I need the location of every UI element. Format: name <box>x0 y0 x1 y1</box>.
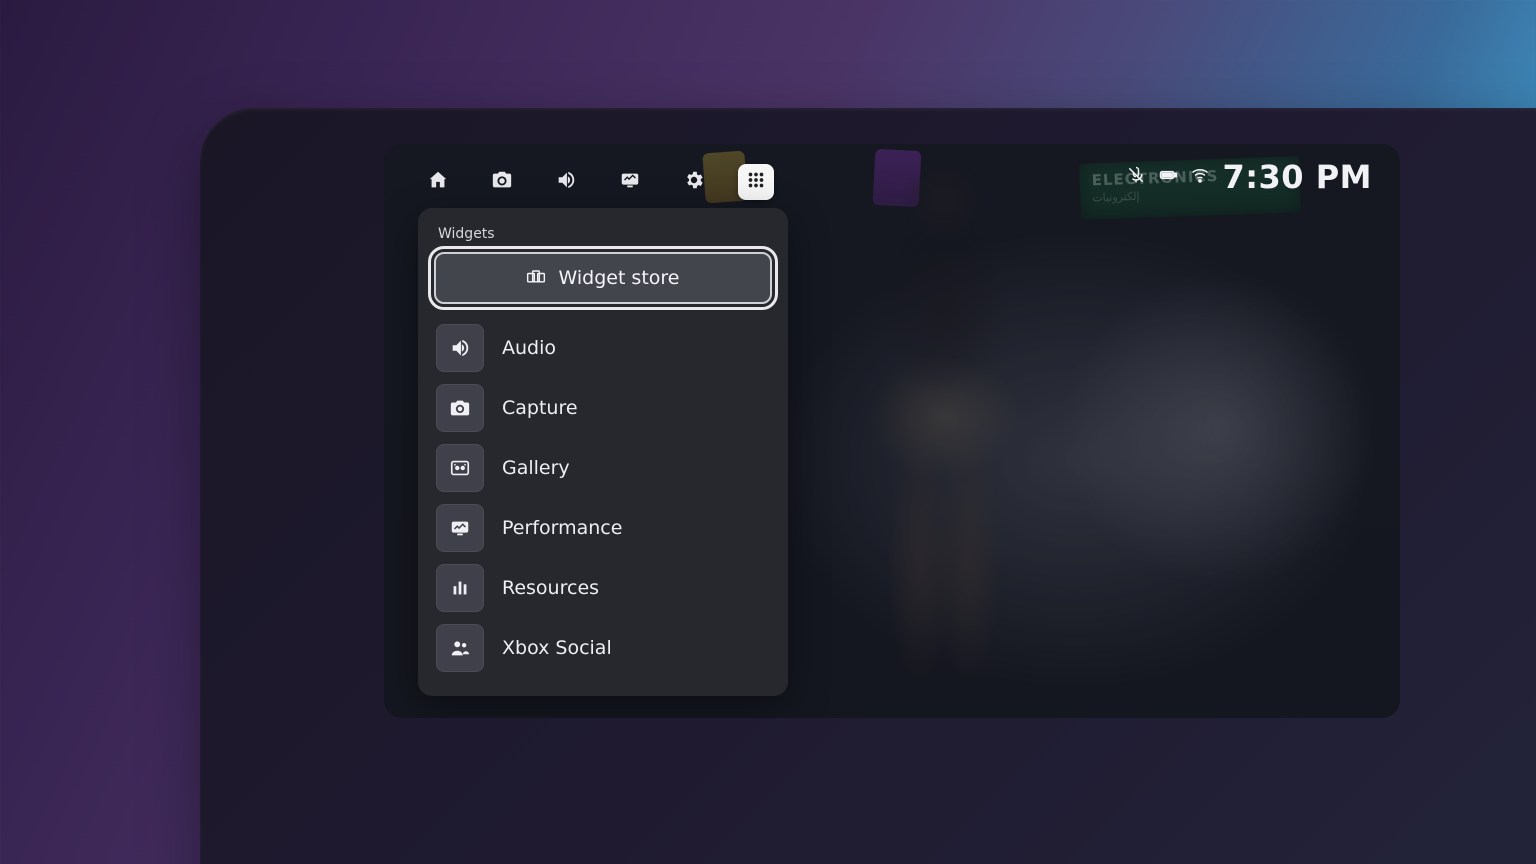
widget-item-resources[interactable]: Resources <box>434 558 772 618</box>
widget-item-gallery[interactable]: Gallery <box>434 438 772 498</box>
toolbar-performance-button[interactable] <box>610 162 650 202</box>
widgets-panel: Widgets Widget store Audio Capture Galle… <box>418 208 788 696</box>
widgets-panel-title: Widgets <box>438 226 768 242</box>
people-icon <box>436 624 484 672</box>
widget-item-audio[interactable]: Audio <box>434 318 772 378</box>
widget-store-label: Widget store <box>558 267 679 289</box>
gallery-icon <box>436 444 484 492</box>
device-screen: ELECTRONICS إلكترونيات <box>384 144 1400 718</box>
toolbar-widgets-button[interactable] <box>738 164 774 200</box>
toolbar-capture-button[interactable] <box>482 162 522 202</box>
widget-item-label: Gallery <box>502 457 570 479</box>
widget-item-performance[interactable]: Performance <box>434 498 772 558</box>
camera-icon <box>436 384 484 432</box>
widget-item-label: Capture <box>502 397 578 419</box>
widget-item-label: Xbox Social <box>502 637 612 659</box>
status-bar: 7:30 PM <box>1126 158 1372 196</box>
home-icon <box>427 169 449 195</box>
battery-icon <box>1158 165 1178 189</box>
store-icon <box>526 266 546 291</box>
bars-icon <box>436 564 484 612</box>
performance-icon <box>619 169 641 195</box>
volume-icon <box>555 169 577 195</box>
toolbar-settings-button[interactable] <box>674 162 714 202</box>
gamebar-toolbar <box>418 162 774 202</box>
wifi-icon <box>1190 165 1210 189</box>
mic-muted-icon <box>1126 165 1146 189</box>
widget-item-xbox-social[interactable]: Xbox Social <box>434 618 772 678</box>
camera-icon <box>491 169 513 195</box>
widget-item-capture[interactable]: Capture <box>434 378 772 438</box>
performance-icon <box>436 504 484 552</box>
gear-icon <box>683 169 705 195</box>
volume-icon <box>436 324 484 372</box>
widget-item-label: Resources <box>502 577 599 599</box>
toolbar-home-button[interactable] <box>418 162 458 202</box>
toolbar-audio-button[interactable] <box>546 162 586 202</box>
widget-store-button[interactable]: Widget store <box>434 252 772 304</box>
clock: 7:30 PM <box>1222 158 1372 196</box>
grid-icon <box>745 169 767 195</box>
widget-item-label: Performance <box>502 517 622 539</box>
widget-item-label: Audio <box>502 337 556 359</box>
